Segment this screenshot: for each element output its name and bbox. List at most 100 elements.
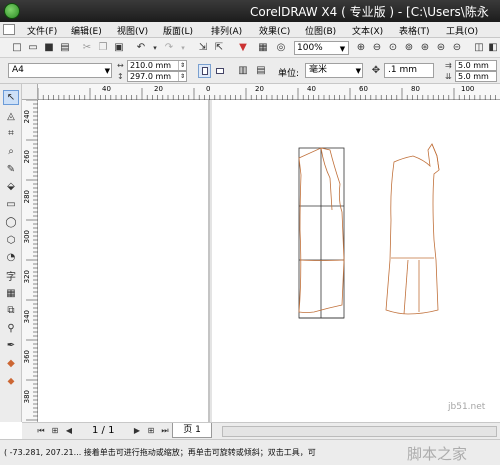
polygon-tool-icon[interactable]: ⬡ xyxy=(3,233,19,248)
paper-size-select[interactable]: A4 ▼ xyxy=(8,63,112,78)
horizontal-scrollbar[interactable] xyxy=(222,426,497,437)
welcome-screen-icon[interactable]: ▦ xyxy=(256,41,270,54)
undo-icon[interactable]: ↶ xyxy=(134,41,148,54)
duplicate-x-value: 5.0 mm xyxy=(458,61,489,70)
import-icon[interactable]: ⇲ xyxy=(196,41,210,54)
application-launcher-icon[interactable]: ▼ xyxy=(236,41,250,54)
zoom-width-icon[interactable]: ⊜ xyxy=(434,41,448,54)
menu-file[interactable]: 文件(F) xyxy=(27,24,57,37)
spinner-icon[interactable]: ⇕ xyxy=(178,72,186,81)
drawing-canvas[interactable]: jb51.net xyxy=(38,100,500,422)
nudge-distance-field[interactable]: .1 mm xyxy=(384,63,434,78)
page-tab-1[interactable]: 页 1 xyxy=(172,423,212,438)
crop-tool-icon[interactable]: ⌗ xyxy=(3,126,19,141)
garment-outline[interactable] xyxy=(385,143,440,315)
current-page-icon[interactable]: ▤ xyxy=(254,64,268,77)
garment-sketch[interactable] xyxy=(385,143,440,315)
landscape-button[interactable] xyxy=(213,64,226,78)
zoom-level-value: 100% xyxy=(297,43,323,53)
next-page-icon[interactable]: ▶ xyxy=(132,426,142,436)
table-tool-icon[interactable]: ▦ xyxy=(3,286,19,301)
rectangle-tool-icon[interactable]: ▭ xyxy=(3,197,19,212)
interactive-fill-tool-icon[interactable]: ⬥ xyxy=(3,374,19,389)
zoom-all-icon[interactable]: ⊚ xyxy=(402,41,416,54)
ruler-origin[interactable] xyxy=(22,84,38,100)
text-tool-icon[interactable]: 字 xyxy=(3,268,19,283)
page-count: 1 / 1 xyxy=(92,425,115,436)
page-height-field[interactable]: 297.0 mm ⇕ xyxy=(127,71,187,82)
front-bodice-pattern-piece[interactable] xyxy=(298,147,345,313)
page-width-value: 210.0 mm xyxy=(130,61,172,70)
duplicate-x-field[interactable]: 5.0 mm xyxy=(455,60,497,71)
freehand-tool-icon[interactable]: ✎ xyxy=(3,162,19,177)
zoom-level-select[interactable]: 100% ▼ xyxy=(294,41,349,55)
cut-icon[interactable]: ✂ xyxy=(80,41,94,54)
zoom-tool-icon[interactable]: ⌕ xyxy=(3,144,19,159)
copy-icon[interactable]: ❐ xyxy=(96,41,110,54)
options-icon[interactable]: ◧ xyxy=(486,41,500,54)
save-icon[interactable]: ■ xyxy=(42,41,56,54)
snap-to-icon[interactable]: ◫ xyxy=(472,41,486,54)
portrait-button[interactable] xyxy=(198,64,211,78)
first-page-icon[interactable]: ⏮ xyxy=(36,426,46,436)
spinner-icon[interactable]: ⇕ xyxy=(178,61,186,70)
print-icon[interactable]: ▤ xyxy=(58,41,72,54)
vertical-ruler[interactable]: 240 260 280 300 320 340 360 380 xyxy=(22,100,38,422)
watermark-site-name: 脚本之家 xyxy=(407,445,468,463)
vertical-ruler-ticks xyxy=(26,100,38,421)
pattern-grid-frame[interactable] xyxy=(298,147,345,319)
horizontal-ruler[interactable]: 40 20 0 20 40 60 80 100 xyxy=(38,84,500,100)
pattern-pieces[interactable] xyxy=(298,147,345,313)
all-pages-icon[interactable]: ▥ xyxy=(236,64,250,77)
page-height-value: 297.0 mm xyxy=(130,72,172,81)
h-tick-label: 20 xyxy=(255,85,264,93)
menu-view[interactable]: 视图(V) xyxy=(117,24,148,37)
fill-tool-icon[interactable]: ◆ xyxy=(3,356,19,371)
outline-tool-icon[interactable]: ✒ xyxy=(3,338,19,353)
menu-arrange[interactable]: 排列(A) xyxy=(211,24,242,37)
previous-page-icon[interactable]: ◀ xyxy=(64,426,74,436)
menu-layout[interactable]: 版面(L) xyxy=(163,24,193,37)
menu-bitmaps[interactable]: 位图(B) xyxy=(305,24,336,37)
shape-tool-icon[interactable]: ◬ xyxy=(3,109,19,124)
coreldraw-logo-icon[interactable] xyxy=(4,3,20,19)
open-folder-icon[interactable]: ▭ xyxy=(26,41,40,54)
smart-fill-tool-icon[interactable]: ⬙ xyxy=(3,179,19,194)
document-menu-icon[interactable] xyxy=(3,24,15,35)
pattern-grid[interactable] xyxy=(298,147,345,319)
skirt-panel-line xyxy=(403,259,409,315)
undo-dropdown-icon[interactable]: ▾ xyxy=(148,41,162,54)
zoom-in-icon[interactable]: ⊕ xyxy=(354,41,368,54)
basic-shapes-tool-icon[interactable]: ◔ xyxy=(3,250,19,265)
page-width-field[interactable]: 210.0 mm ⇕ xyxy=(127,60,187,71)
interactive-blend-tool-icon[interactable]: ⧉ xyxy=(3,303,19,318)
menu-effects[interactable]: 效果(C) xyxy=(259,24,290,37)
redo-dropdown-icon[interactable]: ▾ xyxy=(176,41,190,54)
duplicate-y-field[interactable]: 5.0 mm xyxy=(455,71,497,82)
width-icon: ↔ xyxy=(117,61,124,70)
pick-tool-icon[interactable]: ↖ xyxy=(3,90,19,105)
add-page-after-icon[interactable]: ⊞ xyxy=(146,426,156,436)
zoom-height-icon[interactable]: ⊝ xyxy=(450,41,464,54)
corel-online-icon[interactable]: ◎ xyxy=(274,41,288,54)
export-icon[interactable]: ⇱ xyxy=(212,41,226,54)
zoom-out-icon[interactable]: ⊖ xyxy=(370,41,384,54)
menu-tools[interactable]: 工具(O) xyxy=(446,24,478,37)
nudge-distance-value: .1 mm xyxy=(388,65,417,75)
new-document-icon[interactable]: □ xyxy=(10,41,24,54)
paste-icon[interactable]: ▣ xyxy=(112,41,126,54)
h-tick-label: 40 xyxy=(102,85,111,93)
zoom-selected-icon[interactable]: ⊙ xyxy=(386,41,400,54)
zoom-page-icon[interactable]: ⊛ xyxy=(418,41,432,54)
last-page-icon[interactable]: ⏭ xyxy=(160,426,170,436)
property-bar: A4 ▼ ↔ 210.0 mm ⇕ ↕ 297.0 mm ⇕ ▥ ▤ 单位: 毫… xyxy=(0,58,500,84)
menu-edit[interactable]: 编辑(E) xyxy=(71,24,102,37)
menu-table[interactable]: 表格(T) xyxy=(399,24,430,37)
redo-icon[interactable]: ↷ xyxy=(162,41,176,54)
menu-text[interactable]: 文本(X) xyxy=(352,24,383,37)
ellipse-tool-icon[interactable]: ◯ xyxy=(3,215,19,230)
units-select[interactable]: 毫米 ▼ xyxy=(305,63,363,78)
eyedropper-tool-icon[interactable]: ⚲ xyxy=(3,321,19,336)
add-page-before-icon[interactable]: ⊞ xyxy=(50,426,60,436)
chevron-down-icon: ▼ xyxy=(339,45,346,53)
